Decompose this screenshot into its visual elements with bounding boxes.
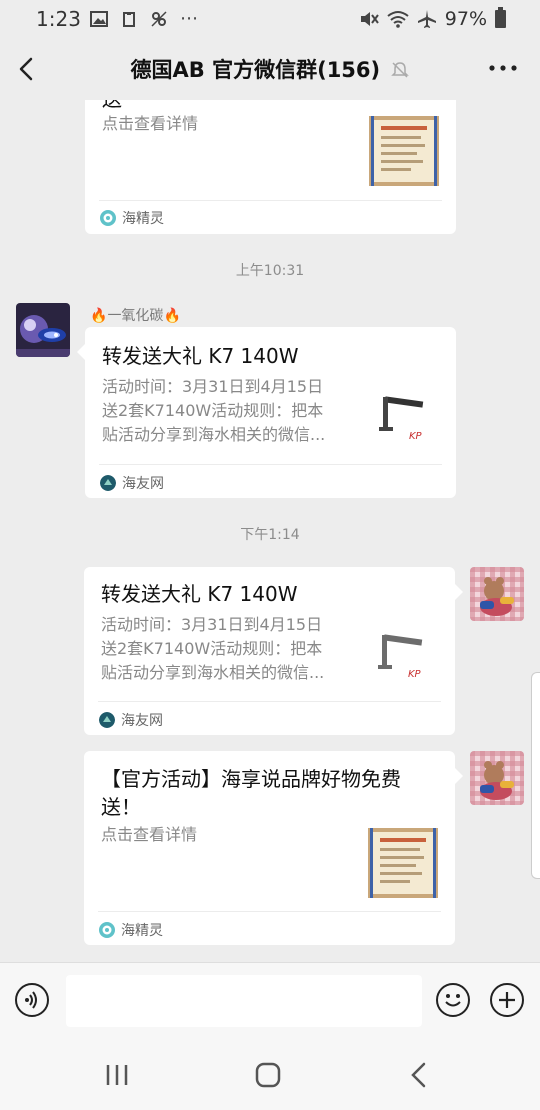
voice-button[interactable] — [15, 983, 49, 1017]
timestamp: 下午1:14 — [240, 527, 300, 543]
message-input[interactable] — [66, 975, 422, 1027]
mute-icon — [360, 12, 379, 26]
card-desc-line1: 活动时间：3月31日到4月15日 — [102, 377, 324, 396]
plus-button[interactable] — [490, 983, 524, 1017]
card-thumbnail: KP — [374, 625, 438, 689]
plus-icon — [499, 992, 515, 1008]
card-desc-line1: 活动时间：3月31日到4月15日 — [101, 615, 323, 634]
bubble-tail — [77, 344, 85, 360]
card-desc-line3: 贴活动分享到海水相关的微信... — [101, 663, 325, 682]
chat-title: 德国AB 官方微信群(156) — [130, 58, 381, 82]
link-card-3[interactable]: 转发送大礼 K7 140W 活动时间：3月31日到4月15日 送2套K7140W… — [84, 567, 455, 735]
link-card-1[interactable]: 送 点击查看详情 海精灵 — [85, 100, 456, 234]
card-title: 转发送大礼 K7 140W — [102, 344, 299, 368]
input-bar — [0, 962, 540, 1041]
voice-icon — [25, 991, 37, 1009]
fire-icon: 🔥 — [90, 308, 108, 324]
mirror-icon — [151, 10, 167, 27]
card-title-line2: 送！ — [101, 795, 141, 819]
link-card-4[interactable]: 【官方活动】海享说品牌好物免费 送！ 点击查看详情 海精灵 — [84, 751, 455, 945]
card-source: 海精灵 — [100, 208, 164, 228]
system-nav-bar — [0, 1040, 540, 1110]
more-dots-icon: ⋯ — [180, 8, 200, 29]
card-source-name: 海友网 — [121, 713, 163, 729]
my-avatar[interactable] — [470, 751, 524, 805]
card-source: 海友网 — [100, 473, 164, 493]
clipboard-icon — [123, 11, 135, 27]
haijingling-icon — [99, 922, 115, 938]
mute-bell-icon — [391, 62, 410, 78]
fire-icon: 🔥 — [163, 308, 181, 324]
smiley-icon — [445, 994, 461, 1007]
card-source: 海精灵 — [99, 920, 163, 940]
gallery-icon — [90, 10, 108, 27]
card-divider — [98, 911, 441, 912]
card-desc-line3: 贴活动分享到海水相关的微信... — [102, 425, 326, 444]
svg-text:KP: KP — [409, 431, 423, 442]
card-divider — [99, 200, 442, 201]
card-desc-line2: 送2套K7140W活动规则：把本 — [102, 401, 324, 420]
card-desc: 点击查看详情 — [101, 825, 198, 844]
card-source: 海友网 — [99, 710, 163, 730]
my-avatar[interactable] — [470, 567, 524, 621]
timestamp: 上午10:31 — [235, 263, 305, 279]
card-desc-line2: 送2套K7140W活动规则：把本 — [101, 639, 323, 658]
chat-title-wrap: 德国AB 官方微信群(156) — [0, 54, 540, 84]
status-bar: 1:23 ⋯ 97% — [0, 0, 540, 38]
card-desc: 点击查看详情 — [102, 114, 199, 133]
svg-text:KP: KP — [408, 669, 422, 680]
back-nav-button[interactable] — [404, 1060, 434, 1090]
card-title: 转发送大礼 K7 140W — [101, 582, 298, 606]
card-source-name: 海友网 — [122, 476, 164, 492]
haijingling-icon — [100, 210, 116, 226]
wifi-icon — [387, 11, 409, 28]
home-button[interactable] — [253, 1060, 283, 1090]
sender-name-row: 🔥一氧化碳🔥 — [90, 305, 181, 325]
more-options-button[interactable] — [488, 56, 518, 80]
card-source-name: 海精灵 — [122, 211, 164, 227]
status-time: 1:23 — [36, 7, 81, 31]
card-thumbnail — [369, 116, 439, 186]
chat-area: 送 点击查看详情 海精灵 上午10:31 — [0, 100, 540, 962]
recent-apps-button[interactable] — [102, 1060, 132, 1090]
card-title-line1: 【官方活动】海享说品牌好物免费 — [101, 767, 401, 791]
bubble-tail — [455, 768, 463, 784]
emoji-button[interactable] — [436, 983, 470, 1017]
chat-header: 德国AB 官方微信群(156) — [0, 38, 540, 100]
card-thumbnail — [368, 828, 438, 898]
haiyouwang-icon — [99, 712, 115, 728]
card-source-name: 海精灵 — [121, 923, 163, 939]
airplane-icon — [417, 10, 436, 28]
battery-percent: 97% — [444, 8, 487, 30]
sender-avatar[interactable] — [16, 303, 70, 357]
card-divider — [98, 701, 441, 702]
bubble-tail — [455, 584, 463, 600]
battery-icon — [495, 7, 506, 28]
card-divider — [99, 464, 442, 465]
scroll-handle[interactable] — [531, 672, 540, 879]
link-card-2[interactable]: 转发送大礼 K7 140W 活动时间：3月31日到4月15日 送2套K7140W… — [85, 327, 456, 498]
haiyouwang-icon — [100, 475, 116, 491]
card-thumbnail: KP — [375, 387, 439, 451]
sender-name: 一氧化碳 — [107, 308, 164, 324]
